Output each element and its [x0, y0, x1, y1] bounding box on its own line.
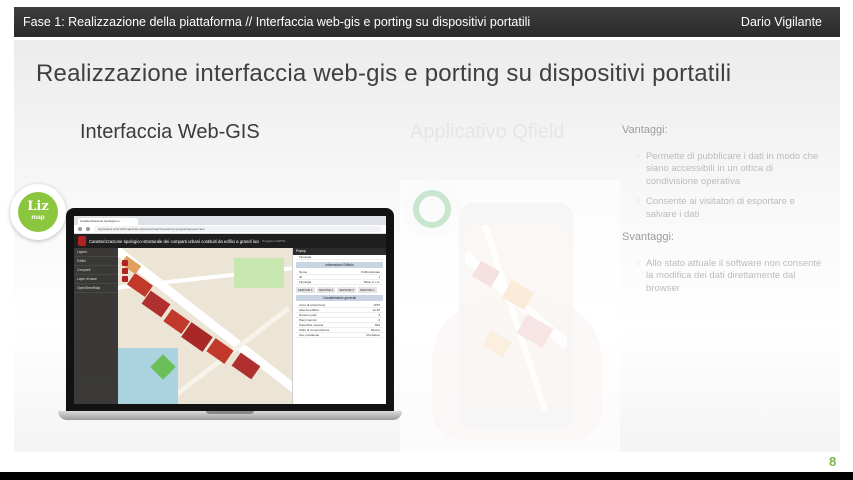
zoom-out-icon[interactable]	[122, 268, 128, 274]
popup-key: Nome	[299, 270, 308, 274]
laptop-mockup: Caratterizzazione tipologico-s... sigmat…	[58, 208, 402, 420]
top-bar: Fase 1: Realizzazione della piattaforma …	[0, 0, 853, 40]
list-item: Allo stato attuale il software non conse…	[622, 258, 822, 296]
tab-sezione-2[interactable]: SEZIONE 2	[316, 287, 336, 293]
pros-cons-list: Vantaggi: Permette di pubblicare i dati …	[622, 124, 822, 305]
section-key: Superficie coperta	[299, 323, 324, 327]
popup-panel: Popup Tipologia Informazioni Edificio No…	[292, 248, 386, 404]
section-value: Buono	[371, 328, 380, 332]
section-key: Numero piani	[299, 313, 317, 317]
vantaggi-list: Permette di pubblicare i dati in modo ch…	[622, 151, 822, 222]
section-key: Altezza edificio	[299, 308, 320, 312]
section-row: Uso prevalente Produttivo	[296, 333, 383, 338]
layers-row[interactable]: Layers	[74, 248, 118, 257]
lizmap-logo-mark: Liz map	[18, 192, 58, 232]
app-header: Caratterizzazione tipologico-strutturale…	[74, 234, 386, 248]
section-key: Stato di conservazione	[299, 328, 330, 332]
section-key: Anno di costruzione	[299, 303, 326, 307]
breadcrumb: Fase 1: Realizzazione della piattaforma …	[23, 15, 531, 29]
list-item: Permette di pubblicare i dati in modo ch…	[622, 151, 822, 189]
popup-value: 1	[378, 275, 380, 279]
tab-sezione-1[interactable]: SEZIONE 1	[296, 287, 315, 293]
layers-row[interactable]: Comparti	[74, 266, 118, 275]
section-key: Uso prevalente	[299, 333, 320, 337]
lizmap-logo: Liz map	[10, 184, 66, 240]
svantaggi-heading: Svantaggi:	[622, 231, 674, 243]
popup-key: Tipologia	[299, 280, 312, 284]
qfield-heading: Applicativo Qfield	[410, 121, 565, 143]
back-icon[interactable]	[78, 227, 82, 231]
popup-value: Polifunzionale	[361, 270, 380, 274]
vantaggi-heading: Vantaggi:	[622, 124, 668, 136]
popup-key: ID	[299, 275, 302, 279]
browser-tabstrip: Caratterizzazione tipologico-s...	[74, 216, 386, 225]
list-item: Consente ai visitatori di esportare e sa…	[622, 196, 822, 221]
section-header: Caratteristiche generali	[296, 295, 383, 301]
section-value: 1975	[373, 303, 380, 307]
layers-row[interactable]: Layer di base	[74, 275, 118, 284]
lizmap-logo-text: Liz	[27, 199, 49, 214]
slide-title: Realizzazione interfaccia web-gis e port…	[36, 60, 732, 87]
section-value: 3	[378, 313, 380, 317]
map-tools	[122, 260, 128, 284]
lizmap-logo-sub: map	[31, 214, 45, 221]
section-value: 0	[378, 318, 380, 322]
section-value: 12.40	[372, 308, 380, 312]
forward-icon[interactable]	[86, 227, 90, 231]
popup-tabs: SEZIONE 1 SEZIONE 2 SEZIONE 3 SEZIONE 4	[296, 287, 383, 293]
app-logo	[78, 236, 86, 246]
tab-sezione-3[interactable]: SEZIONE 3	[337, 287, 356, 293]
layers-row[interactable]: Edifici	[74, 257, 118, 266]
popup-subtitle-text: Tipologia	[299, 255, 312, 259]
popup-subtitle: Tipologia	[296, 255, 383, 260]
laptop-notch	[206, 411, 254, 414]
layers-panel: Layers Edifici Comparti Layer di base Op…	[74, 248, 118, 404]
browser-tab[interactable]: Caratterizzazione tipologico-s...	[78, 218, 138, 225]
qfield-logo-mark	[413, 190, 451, 228]
section-key: Piani interrati	[299, 318, 317, 322]
popup-bar: Popup	[293, 248, 386, 255]
bottom-bar	[0, 472, 853, 480]
browser-toolbar: sigmaterra.unict.it/lizmap/index.php/vie…	[74, 225, 386, 234]
locate-icon[interactable]	[122, 276, 128, 282]
author-name: Dario Vigilante	[740, 15, 822, 29]
tab-sezione-4[interactable]: SEZIONE 4	[357, 287, 377, 293]
svantaggi-list: Allo stato attuale il software non conse…	[622, 258, 822, 296]
slide-header: Fase 1: Realizzazione della piattaforma …	[14, 7, 840, 37]
app-title: Caratterizzazione tipologico-strutturale…	[89, 238, 260, 244]
address-bar[interactable]: sigmaterra.unict.it/lizmap/index.php/vie…	[94, 226, 382, 232]
laptop-screen: Caratterizzazione tipologico-s... sigmat…	[74, 216, 386, 404]
layers-row[interactable]: OpenStreetMap	[74, 284, 118, 293]
section-value: Produttivo	[366, 333, 380, 337]
zoom-in-icon[interactable]	[122, 260, 128, 266]
popup-row: Tipologia Telaio in c.a.	[296, 280, 383, 285]
webgis-heading: Interfaccia Web-GIS	[80, 121, 260, 143]
app-body: Layers Edifici Comparti Layer di base Op…	[74, 248, 386, 404]
page-number: 8	[829, 454, 837, 469]
popup-header: Informazioni Edificio	[296, 262, 383, 268]
popup-value: Telaio in c.a.	[363, 280, 380, 284]
app-subtitle: Progetto CARTIS	[262, 239, 286, 243]
qfield-logo	[403, 180, 461, 238]
laptop-bezel: Caratterizzazione tipologico-s... sigmat…	[66, 208, 394, 412]
section-value: 842	[374, 323, 380, 327]
